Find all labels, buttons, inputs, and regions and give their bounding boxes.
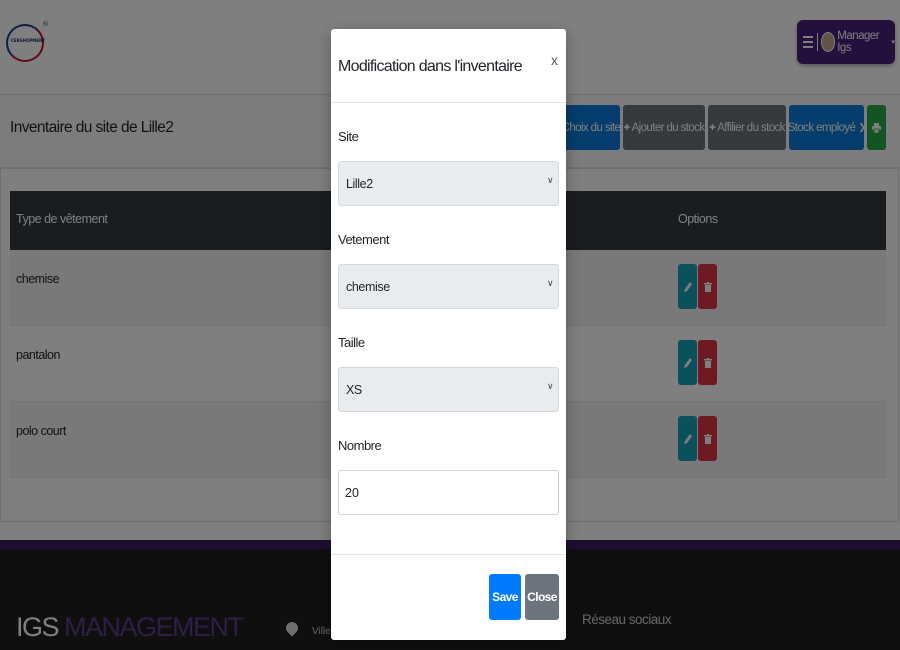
modal-footer-divider [331,554,566,555]
close-icon[interactable]: x [551,52,558,68]
chevron-down-icon: ∨ [547,279,554,289]
nombre-input[interactable] [338,470,559,515]
vetement-label: Vetement [338,232,389,247]
nombre-label: Nombre [338,438,382,453]
modal-title: Modification dans l'inventaire [338,58,523,75]
site-select-value: Lille2 [346,177,373,191]
vetement-select-value: chemise [346,280,390,294]
taille-select-value: XS [346,383,362,397]
close-button[interactable]: Close [525,574,559,620]
taille-select[interactable]: XS ∨ [338,367,559,412]
site-label: Site [338,129,359,144]
edit-inventory-modal: Modification dans l'inventaire x Site Li… [331,29,566,640]
vetement-select[interactable]: chemise ∨ [338,264,559,309]
modal-header-divider [331,102,566,103]
page-root: CERSHOPMENT ® Manager Igs ▾ Inventaire d… [0,0,900,650]
taille-label: Taille [338,335,365,350]
site-select[interactable]: Lille2 ∨ [338,161,559,206]
chevron-down-icon: ∨ [547,176,554,186]
chevron-down-icon: ∨ [547,382,554,392]
save-button[interactable]: Save [489,574,521,620]
